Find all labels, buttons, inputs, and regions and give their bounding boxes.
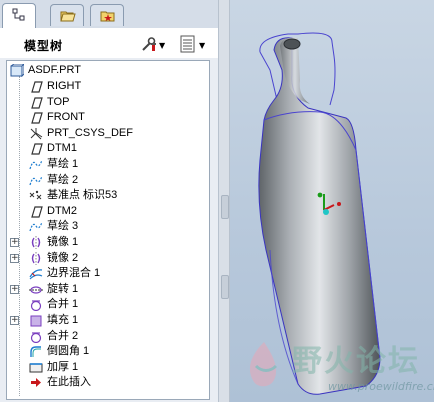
expand-toggle[interactable]: + [10,284,19,294]
tree-root-label: ASDF.PRT [28,64,81,76]
datum-plane-icon [31,96,43,109]
merge-icon [30,331,42,343]
model-tree-header: 模型树 ▼ ▼ [0,28,218,58]
tree-item-label: 边界混合 1 [47,267,101,280]
tree-item-label: FRONT [47,111,85,124]
panel-title: 模型树 [24,39,64,53]
expand-toggle[interactable]: + [10,316,19,325]
expand-toggle[interactable]: + [10,238,19,247]
tree-guide-line [19,76,20,396]
tree-item-label: DTM2 [47,204,77,217]
tree-item-label: PRT_CSYS_DEF [47,126,133,139]
round-icon [30,346,41,358]
forum-logo-icon [249,342,278,387]
model-tree-panel: 模型树 ▼ ▼ ASDF.PRT RIGHT TOP FRONT PRT_CSY… [0,0,218,402]
revolve-icon [29,286,43,294]
splitter-grip[interactable] [221,195,229,219]
sketch-icon [29,175,43,185]
star-folder-icon [100,11,115,22]
mirror-icon [31,236,41,249]
thicken-icon [29,362,43,373]
tree-item-label: 填充 1 [47,314,79,326]
tree-item-label: 倒圆角 1 [47,345,90,358]
tab-folder-browser[interactable] [50,4,84,26]
tree-item-label: RIGHT [47,80,82,92]
tree-item-label: 加厚 1 [47,360,79,373]
boundary-blend-icon [29,269,43,280]
chevron-down-icon: ▼ [199,41,206,50]
fill-icon [30,315,42,327]
part-icon [10,64,24,77]
datum-plane-icon [31,112,43,124]
tree-item-label: 草绘 3 [47,220,79,233]
tree-item-label: DTM1 [47,142,77,155]
datum-plane-icon [31,143,43,155]
sketch-icon [29,159,43,170]
tree-item-label: 草绘 1 [47,158,79,170]
datum-plane-icon [31,206,43,218]
navigator-tabs [0,0,218,28]
graphics-viewport[interactable]: 野火论坛 www.proewildfire.cn [230,0,434,402]
tree-item-label: 合并 2 [47,329,79,342]
watermark-title: 野火论坛 [292,344,420,379]
folder-icon [60,11,76,22]
settings-tools-icon [142,37,156,51]
tree-item-label: 镜像 2 [47,251,79,264]
splitter-grip[interactable] [221,275,229,299]
expand-toggle[interactable]: + [10,253,19,263]
insert-here-arrow-icon [31,378,41,388]
tree-item-label: 草绘 2 [47,173,79,186]
tree-item-label: TOP [47,95,70,108]
tab-model-tree[interactable] [2,3,36,28]
datum-plane-icon [31,81,43,93]
tree-item-label: 在此插入 [47,376,91,389]
sketch-icon [29,222,43,232]
tree-item-label: 基准点 标识53 [47,189,118,202]
tab-favorites[interactable] [90,4,124,26]
tree-icon [12,8,25,21]
list-display-icon [180,35,195,53]
mirror-icon [31,251,41,265]
tree-item-label: 旋转 1 [47,282,79,295]
csys-icon [30,127,43,140]
chevron-down-icon: ▼ [159,41,166,50]
panel-splitter[interactable] [218,0,230,402]
tree-item-label: 合并 1 [47,298,79,311]
datum-point-icon [29,190,42,200]
model-tree: ASDF.PRT RIGHT TOP FRONT PRT_CSYS_DEF DTM1 草绘… [6,60,210,400]
merge-icon [30,300,42,312]
watermark-url: www.proewildfire.cn [328,380,434,393]
settings-dropdown-button[interactable]: ▼ [140,35,166,53]
tree-item-label: 镜像 1 [47,236,79,248]
show-dropdown-button[interactable]: ▼ [180,35,206,53]
